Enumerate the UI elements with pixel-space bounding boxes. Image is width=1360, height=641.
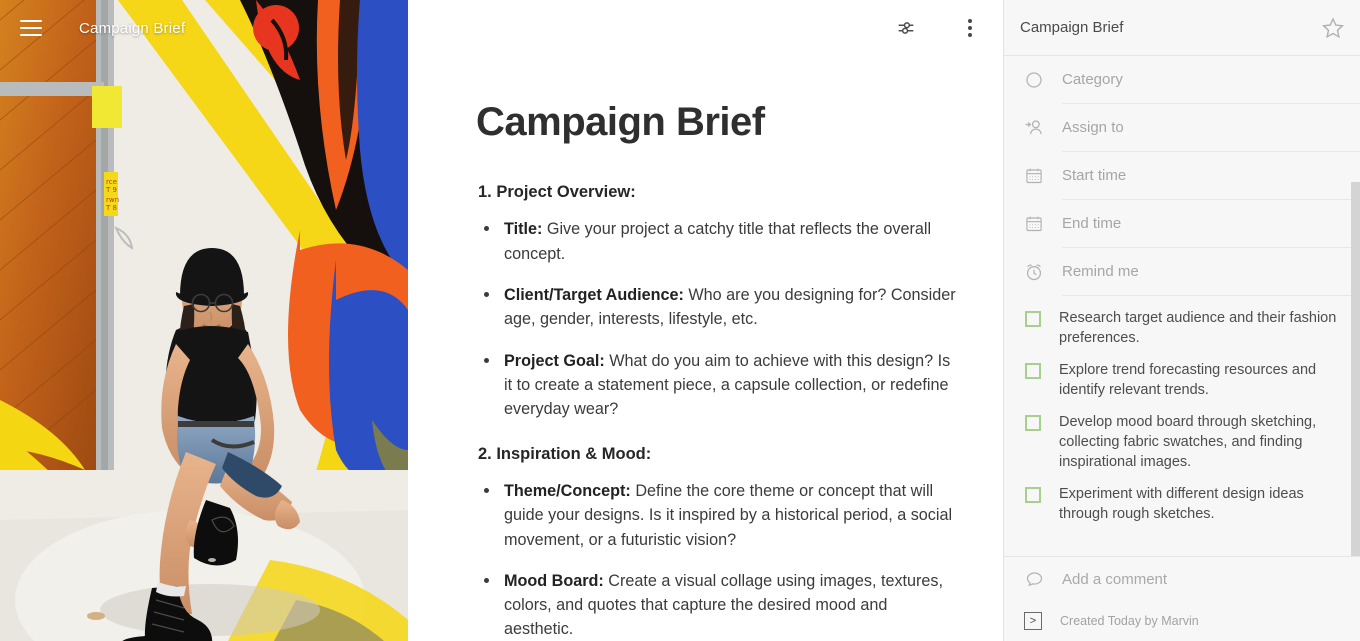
person-add-icon	[1020, 117, 1048, 139]
sliders-icon[interactable]	[889, 11, 923, 45]
document-toolbar	[408, 0, 1003, 56]
list-item-text: Give your project a catchy title that re…	[504, 220, 932, 263]
details-panel-footer: Add a comment > Created Today by Marvin	[1004, 556, 1360, 641]
checklist-item[interactable]: Develop mood board through sketching, co…	[1004, 406, 1360, 478]
list-item-label: Project Goal:	[504, 351, 605, 370]
details-row-label: Remind me	[1062, 248, 1360, 296]
details-panel-header: Campaign Brief	[1004, 0, 1360, 56]
list-item-label: Title:	[504, 220, 543, 239]
svg-text:T 8: T 8	[105, 204, 117, 212]
list-item-label: Mood Board:	[504, 571, 604, 590]
checklist-item-text: Explore trend forecasting resources and …	[1059, 362, 1317, 398]
details-panel: Campaign Brief Category Assign to Start …	[1003, 0, 1360, 641]
circle-category-icon	[1020, 70, 1048, 90]
details-panel-title: Campaign Brief	[1020, 19, 1124, 36]
details-row-remind-me[interactable]: Remind me	[1004, 248, 1360, 296]
checkbox[interactable]	[1025, 311, 1041, 327]
calendar-icon	[1020, 214, 1048, 234]
details-row-category[interactable]: Category	[1004, 56, 1360, 104]
add-comment-placeholder: Add a comment	[1062, 570, 1168, 588]
checkbox[interactable]	[1025, 487, 1041, 503]
details-row-end-time[interactable]: End time	[1004, 200, 1360, 248]
checklist-item-text: Experiment with different design ideas t…	[1059, 486, 1304, 522]
mural-photo: rceT 9 rwnT 8	[0, 0, 408, 641]
list-item: Client/Target Audience: Who are you desi…	[478, 283, 961, 332]
details-panel-scroll-area[interactable]: Category Assign to Start time End time R…	[1004, 56, 1360, 556]
chevron-box-icon[interactable]: >	[1024, 612, 1042, 630]
list-item-label: Client/Target Audience:	[504, 286, 684, 305]
checklist-item[interactable]: Explore trend forecasting resources and …	[1004, 354, 1360, 406]
checklist: Research target audience and their fashi…	[1004, 296, 1360, 534]
section-heading: 1. Project Overview:	[478, 183, 636, 201]
alarm-clock-icon	[1020, 261, 1048, 283]
list-item-label: Theme/Concept:	[504, 481, 631, 500]
document-pane: Campaign Brief 1. Project Overview: Titl…	[408, 0, 1003, 641]
checklist-item-text: Develop mood board through sketching, co…	[1059, 414, 1317, 470]
svg-text:rce: rce	[106, 178, 117, 186]
list-item: Project Goal: What do you aim to achieve…	[478, 349, 961, 422]
details-row-assign-to[interactable]: Assign to	[1004, 104, 1360, 152]
created-info-text: Created Today by Marvin	[1060, 614, 1199, 628]
add-comment-row[interactable]: Add a comment	[1004, 557, 1360, 601]
details-row-label: Assign to	[1062, 104, 1360, 152]
checklist-item-text: Research target audience and their fashi…	[1059, 310, 1337, 346]
section-list: Title: Give your project a catchy title …	[478, 217, 961, 421]
app-root: rce T 9 rwn T 8 Campaign Brief Campaign …	[0, 0, 1360, 641]
svg-text:T 9: T 9	[105, 186, 117, 194]
calendar-icon	[1020, 166, 1048, 186]
details-row-label: End time	[1062, 200, 1360, 248]
comment-bubble-icon	[1020, 569, 1048, 590]
document-body: Campaign Brief 1. Project Overview: Titl…	[408, 0, 1003, 641]
hero-image-panel: rce T 9 rwn T 8 Campaign Brief	[0, 0, 408, 641]
checkbox[interactable]	[1025, 363, 1041, 379]
created-info-row: > Created Today by Marvin	[1004, 601, 1360, 641]
star-outline-icon[interactable]	[1320, 15, 1346, 41]
panel-scrollbar-track[interactable]	[1351, 119, 1360, 556]
details-row-label: Category	[1062, 56, 1360, 104]
section-heading: 2. Inspiration & Mood:	[478, 444, 652, 463]
checklist-item[interactable]: Experiment with different design ideas t…	[1004, 478, 1360, 530]
svg-text:rwn: rwn	[106, 196, 119, 204]
hero-topbar: Campaign Brief	[0, 0, 408, 56]
list-item: Theme/Concept: Define the core theme or …	[478, 479, 961, 552]
hamburger-menu-icon[interactable]	[20, 20, 42, 36]
kebab-menu-icon[interactable]	[953, 11, 987, 45]
details-row-start-time[interactable]: Start time	[1004, 152, 1360, 200]
panel-scrollbar-thumb[interactable]	[1351, 182, 1360, 556]
checkbox[interactable]	[1025, 415, 1041, 431]
section-list: Theme/Concept: Define the core theme or …	[478, 479, 961, 641]
checklist-item[interactable]: Research target audience and their fashi…	[1004, 302, 1360, 354]
hero-title: Campaign Brief	[79, 19, 186, 37]
list-item: Mood Board: Create a visual collage usin…	[478, 569, 961, 641]
details-row-label: Start time	[1062, 152, 1360, 200]
page-title: Campaign Brief	[476, 100, 765, 144]
list-item: Title: Give your project a catchy title …	[478, 217, 961, 266]
